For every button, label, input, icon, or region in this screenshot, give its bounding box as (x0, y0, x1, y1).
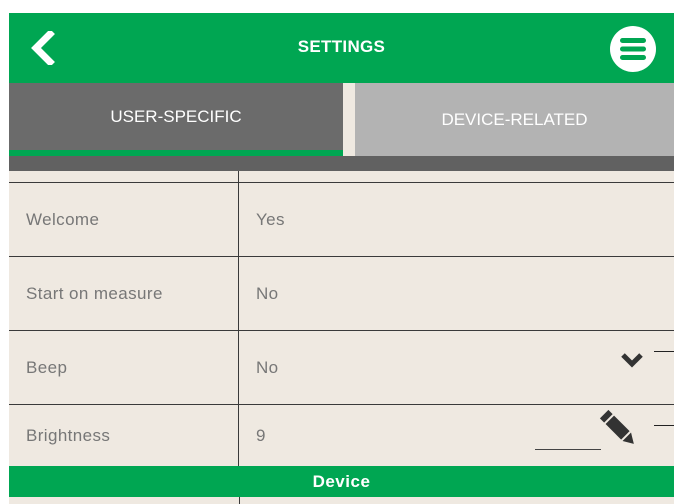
pencil-icon[interactable] (596, 406, 642, 452)
table-row (9, 171, 674, 183)
table-row[interactable]: Brightness 9 (9, 405, 674, 466)
chevron-down-icon[interactable] (620, 350, 644, 370)
next-row-partial (9, 497, 674, 504)
tab-device-related[interactable]: DEVICE-RELATED (355, 83, 674, 156)
setting-label-start-on-measure: Start on measure (9, 257, 239, 330)
table-row[interactable]: Beep No (9, 331, 674, 405)
section-header-device: Device (9, 466, 674, 497)
pointer-line (654, 351, 674, 352)
settings-label-cell (9, 171, 239, 182)
tab-user-specific[interactable]: USER-SPECIFIC (9, 83, 343, 150)
menu-button[interactable] (609, 25, 657, 73)
setting-value-start-on-measure[interactable]: No (240, 257, 674, 330)
settings-screen: SETTINGS USER-SPECIFIC DEVICE-RELATED We… (9, 13, 674, 504)
app-header: SETTINGS (9, 13, 674, 83)
table-row[interactable]: Start on measure No (9, 257, 674, 331)
setting-label-beep: Beep (9, 331, 239, 404)
column-divider (239, 497, 240, 504)
setting-value-beep[interactable]: No (240, 331, 674, 404)
tab-divider (343, 83, 355, 156)
page-title: SETTINGS (297, 37, 386, 56)
setting-value-welcome[interactable]: Yes (240, 183, 674, 256)
setting-label-welcome: Welcome (9, 183, 239, 256)
settings-value-cell (240, 171, 674, 182)
setting-label-brightness: Brightness (9, 405, 239, 466)
edit-field-underline (535, 449, 601, 450)
table-row[interactable]: Welcome Yes (9, 183, 674, 257)
tab-bar-bottom-strip (9, 156, 674, 171)
tab-bar: USER-SPECIFIC DEVICE-RELATED (9, 83, 674, 171)
hamburger-menu-icon (610, 26, 656, 72)
pointer-line (654, 425, 674, 426)
